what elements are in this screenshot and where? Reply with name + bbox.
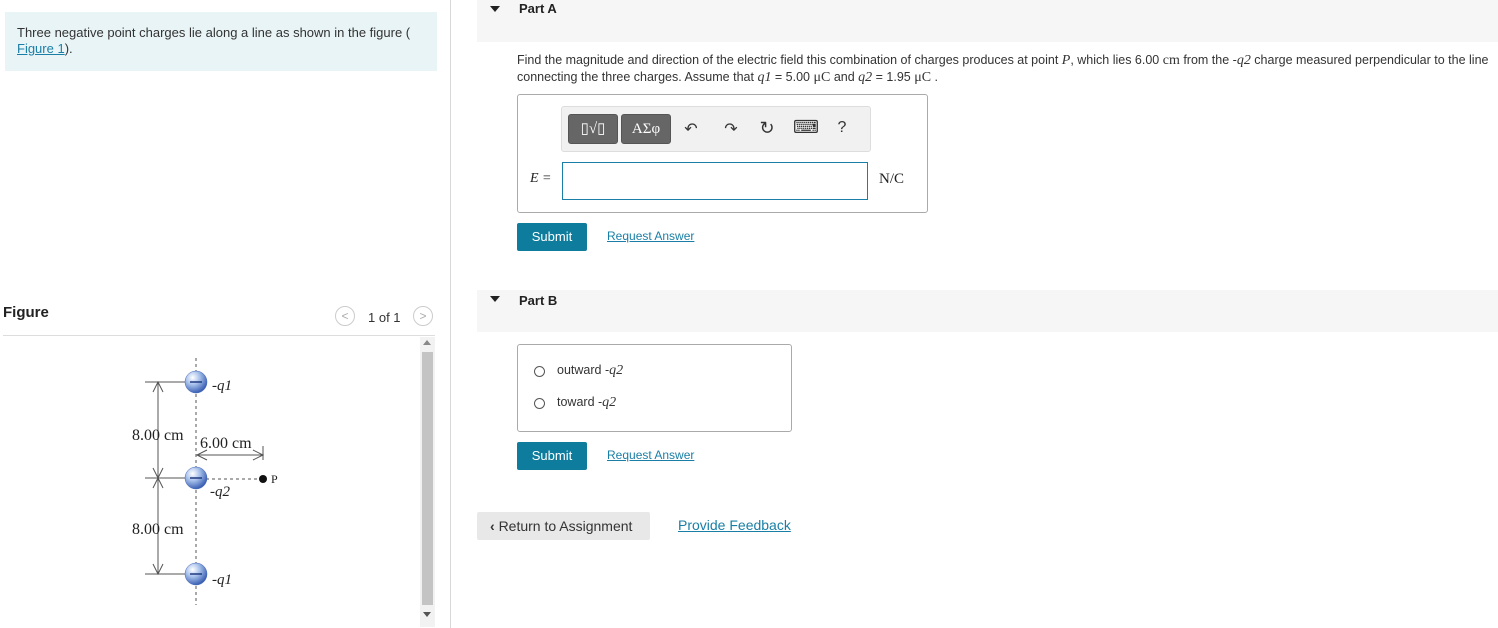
- figure-pager-text: 1 of 1: [368, 310, 401, 325]
- choice-outward-label[interactable]: outward -q2: [557, 363, 623, 379]
- charges-figure: -q1 -q2 -q1 8.00 cm 8.00 cm 6.00 cm P: [132, 358, 278, 605]
- part-b-submit-button[interactable]: Submit: [517, 442, 587, 470]
- label-point-p: P: [271, 472, 278, 486]
- next-figure-button[interactable]: >: [413, 306, 433, 326]
- question-q1-eq: q1: [757, 70, 772, 85]
- choice-toward-label[interactable]: toward -q2: [557, 395, 616, 411]
- label-distance-bottom: 8.00 cm: [132, 521, 184, 538]
- redo-icon[interactable]: ↷: [721, 119, 741, 139]
- question-q2-value: = 1.95: [872, 70, 915, 84]
- greek-symbols-button[interactable]: ΑΣφ: [621, 114, 671, 144]
- question-text-1: Find the magnitude and direction of the …: [517, 53, 1062, 67]
- part-b-request-answer-link[interactable]: Request Answer: [607, 448, 694, 462]
- question-unit-mu2: μC: [914, 70, 932, 85]
- label-distance-horizontal: 6.00 cm: [200, 435, 252, 452]
- part-a-question: Find the magnitude and direction of the …: [517, 52, 1492, 86]
- figure-link[interactable]: Figure 1: [17, 41, 65, 56]
- part-a-request-answer-link[interactable]: Request Answer: [607, 229, 694, 243]
- help-icon[interactable]: ?: [832, 119, 852, 137]
- variable-label: E =: [530, 171, 552, 186]
- part-a-title: Part A: [519, 1, 557, 16]
- part-a-submit-button[interactable]: Submit: [517, 223, 587, 251]
- prev-figure-button[interactable]: <: [335, 306, 355, 326]
- part-b-title: Part B: [519, 293, 558, 308]
- question-unit-mu1: μC: [813, 70, 831, 85]
- question-unit-cm: cm: [1162, 53, 1180, 68]
- column-divider: [450, 0, 451, 628]
- figure-divider: [3, 335, 435, 336]
- problem-intro: Three negative point charges lie along a…: [5, 12, 437, 71]
- figure-scrollbar-thumb[interactable]: [422, 352, 433, 605]
- return-to-assignment-button[interactable]: ‹ Return to Assignment: [477, 512, 650, 540]
- reset-icon[interactable]: ↻: [757, 118, 777, 139]
- collapse-caret-icon[interactable]: [490, 296, 500, 302]
- question-and: and: [830, 70, 859, 84]
- scroll-up-arrow-icon[interactable]: [423, 340, 431, 345]
- collapse-caret-icon[interactable]: [490, 6, 500, 12]
- label-q1-top: -q1: [212, 378, 232, 394]
- provide-feedback-link[interactable]: Provide Feedback: [678, 517, 791, 533]
- question-q2-eq: q2: [858, 70, 873, 85]
- part-a-header[interactable]: Part A: [477, 0, 1498, 42]
- intro-text: Three negative point charges lie along a…: [17, 25, 411, 40]
- question-end: .: [931, 70, 939, 84]
- label-q1-bottom: -q1: [212, 572, 232, 588]
- point-p-marker: [259, 475, 267, 483]
- math-toolbar: ▯√▯ ΑΣφ ↶ ↷ ↻ ⌨ ?: [561, 106, 871, 152]
- scroll-down-arrow-icon[interactable]: [423, 612, 431, 617]
- unit-label: N/C: [879, 171, 905, 187]
- question-q1-value: = 5.00: [771, 70, 814, 84]
- question-q2: q2: [1236, 53, 1251, 68]
- answer-input[interactable]: [562, 162, 868, 200]
- choices-box: outward -q2 toward -q2: [517, 344, 792, 432]
- label-distance-top: 8.00 cm: [132, 427, 184, 444]
- charge-q2: [184, 466, 208, 490]
- question-text-2: , which lies 6.00: [1070, 53, 1163, 67]
- question-text-3: from the -: [1179, 53, 1237, 67]
- return-label: Return to Assignment: [498, 518, 633, 534]
- chevron-left-icon: ‹: [490, 518, 495, 534]
- charge-q1-top: [184, 370, 208, 394]
- templates-button[interactable]: ▯√▯: [568, 114, 618, 144]
- figure-heading: Figure: [3, 304, 49, 321]
- undo-icon[interactable]: ↶: [681, 119, 701, 139]
- part-b-header[interactable]: Part B: [477, 290, 1498, 332]
- intro-text-end: ).: [64, 41, 73, 56]
- radio-outward[interactable]: [534, 366, 545, 377]
- charge-q1-bottom: [184, 562, 208, 586]
- keyboard-icon[interactable]: ⌨: [793, 117, 819, 138]
- radio-toward[interactable]: [534, 398, 545, 409]
- label-q2: -q2: [210, 484, 230, 500]
